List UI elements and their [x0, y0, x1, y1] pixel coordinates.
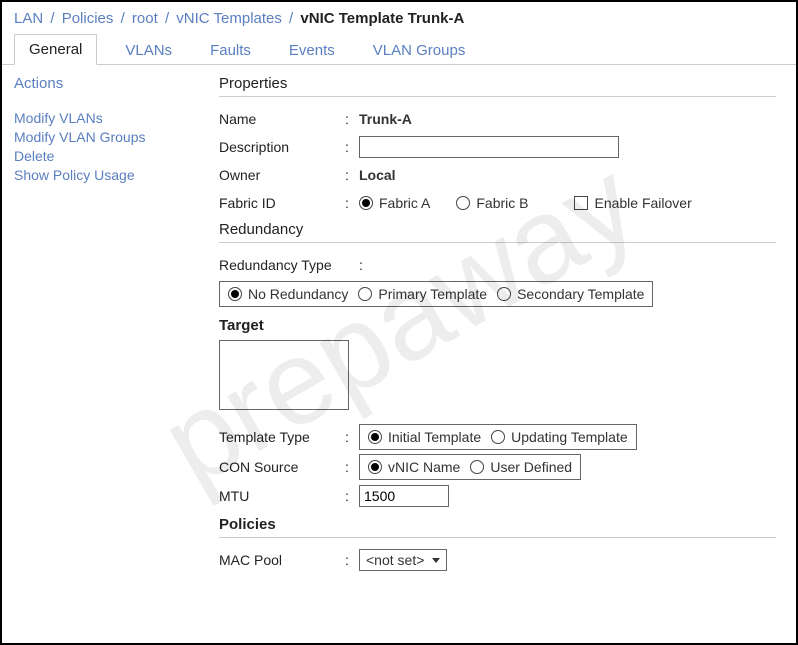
- colon: :: [345, 195, 359, 211]
- properties-title: Properties: [219, 75, 776, 92]
- mac-pool-value: <not set>: [366, 552, 424, 568]
- radio-icon: [368, 430, 382, 444]
- divider: [219, 242, 776, 243]
- opt-label: User Defined: [490, 459, 572, 475]
- con-user-defined[interactable]: User Defined: [470, 459, 572, 475]
- template-type-label: Template Type: [219, 429, 345, 445]
- colon: :: [345, 488, 359, 504]
- radio-icon: [456, 196, 470, 210]
- template-initial[interactable]: Initial Template: [368, 429, 481, 445]
- template-type-group: Initial Template Updating Template: [359, 424, 637, 450]
- mac-pool-label: MAC Pool: [219, 552, 345, 568]
- redundancy-secondary[interactable]: Secondary Template: [497, 286, 644, 302]
- owner-value: Local: [359, 167, 396, 183]
- con-source-label: CON Source: [219, 459, 345, 475]
- crumb-root[interactable]: root: [132, 10, 158, 27]
- actions-sidebar: Actions Modify VLANs Modify VLAN Groups …: [14, 75, 219, 576]
- owner-label: Owner: [219, 167, 345, 183]
- name-value: Trunk-A: [359, 111, 412, 127]
- mtu-label: MTU: [219, 488, 345, 504]
- mtu-input[interactable]: [359, 485, 449, 507]
- tab-vlan-groups[interactable]: VLAN Groups: [363, 36, 476, 65]
- crumb-sep: /: [162, 10, 172, 27]
- chevron-down-icon: [432, 558, 440, 563]
- mac-pool-select[interactable]: <not set>: [359, 549, 447, 571]
- radio-icon: [359, 196, 373, 210]
- target-title: Target: [219, 317, 776, 334]
- colon: :: [345, 111, 359, 127]
- opt-label: Primary Template: [378, 286, 487, 302]
- tab-faults[interactable]: Faults: [200, 36, 261, 65]
- radio-icon: [368, 460, 382, 474]
- breadcrumb: LAN / Policies / root / vNIC Templates /…: [2, 2, 796, 33]
- radio-icon: [358, 287, 372, 301]
- redundancy-primary[interactable]: Primary Template: [358, 286, 487, 302]
- con-vnic-name[interactable]: vNIC Name: [368, 459, 460, 475]
- action-modify-vlan-groups[interactable]: Modify VLAN Groups: [14, 129, 219, 145]
- colon: :: [345, 167, 359, 183]
- enable-failover-checkbox[interactable]: Enable Failover: [574, 195, 691, 211]
- policies-title: Policies: [219, 516, 776, 533]
- radio-icon: [491, 430, 505, 444]
- opt-label: Secondary Template: [517, 286, 644, 302]
- radio-icon: [470, 460, 484, 474]
- divider: [219, 96, 776, 97]
- fabric-a-radio[interactable]: Fabric A: [359, 195, 430, 211]
- description-input[interactable]: [359, 136, 619, 158]
- redundancy-no-redundancy[interactable]: No Redundancy: [228, 286, 348, 302]
- fabric-b-label: Fabric B: [476, 195, 528, 211]
- tab-bar: General VLANs Faults Events VLAN Groups: [2, 33, 796, 65]
- action-modify-vlans[interactable]: Modify VLANs: [14, 110, 219, 126]
- redundancy-type-label: Redundancy Type: [219, 257, 359, 273]
- tab-vlans[interactable]: VLANs: [115, 36, 182, 65]
- redundancy-title: Redundancy: [219, 221, 776, 238]
- crumb-sep: /: [118, 10, 128, 27]
- name-label: Name: [219, 111, 345, 127]
- fabric-id-label: Fabric ID: [219, 195, 345, 211]
- con-source-group: vNIC Name User Defined: [359, 454, 581, 480]
- crumb-current: vNIC Template Trunk-A: [300, 10, 464, 27]
- tab-events[interactable]: Events: [279, 36, 345, 65]
- tab-general[interactable]: General: [14, 34, 97, 65]
- colon: :: [345, 459, 359, 475]
- target-listbox[interactable]: [219, 340, 349, 410]
- radio-icon: [228, 287, 242, 301]
- fabric-a-label: Fabric A: [379, 195, 430, 211]
- radio-icon: [497, 287, 511, 301]
- crumb-sep: /: [286, 10, 296, 27]
- opt-label: Initial Template: [388, 429, 481, 445]
- redundancy-type-group: No Redundancy Primary Template Secondary…: [219, 281, 653, 307]
- opt-label: vNIC Name: [388, 459, 460, 475]
- crumb-lan[interactable]: LAN: [14, 10, 43, 27]
- description-label: Description: [219, 139, 345, 155]
- crumb-vnic-templates[interactable]: vNIC Templates: [176, 10, 282, 27]
- fabric-b-radio[interactable]: Fabric B: [456, 195, 528, 211]
- colon: :: [345, 429, 359, 445]
- action-show-policy-usage[interactable]: Show Policy Usage: [14, 167, 219, 183]
- template-updating[interactable]: Updating Template: [491, 429, 627, 445]
- actions-title: Actions: [14, 75, 219, 92]
- opt-label: No Redundancy: [248, 286, 348, 302]
- divider: [219, 537, 776, 538]
- checkbox-icon: [574, 196, 588, 210]
- colon: :: [345, 139, 359, 155]
- colon: :: [359, 257, 373, 273]
- action-delete[interactable]: Delete: [14, 148, 219, 164]
- opt-label: Updating Template: [511, 429, 627, 445]
- colon: :: [345, 552, 359, 568]
- enable-failover-label: Enable Failover: [594, 195, 691, 211]
- crumb-policies[interactable]: Policies: [62, 10, 114, 27]
- crumb-sep: /: [47, 10, 57, 27]
